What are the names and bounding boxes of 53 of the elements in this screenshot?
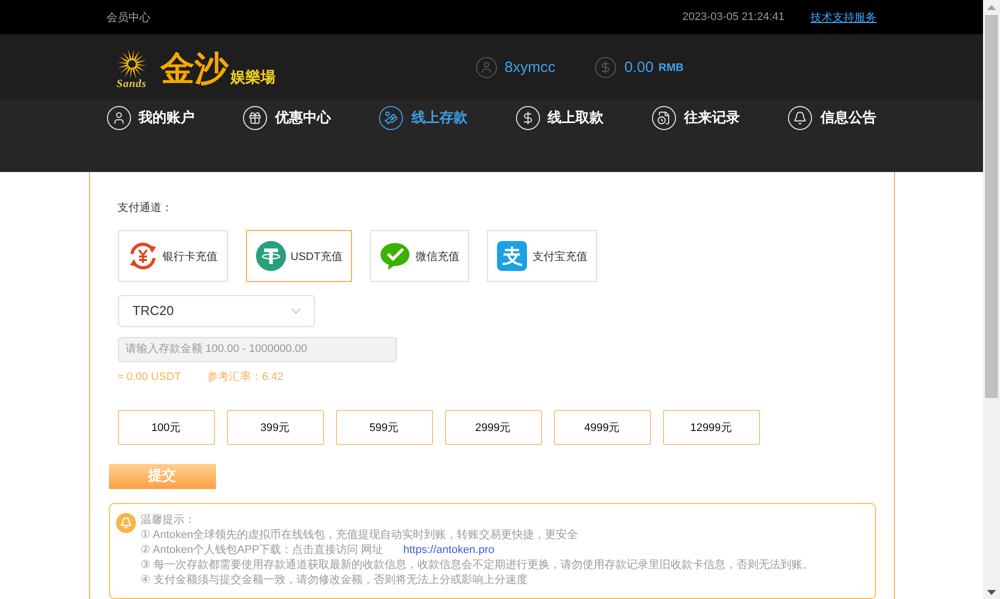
scroll-up-arrow-icon[interactable]: [987, 5, 996, 10]
nav-tab[interactable]: 我的账户: [106, 106, 194, 130]
logo-emblem-text: Sands: [116, 79, 147, 90]
logo-name: 金沙: [160, 49, 228, 90]
nav-tab[interactable]: 优惠中心: [242, 106, 331, 130]
user-icon: [106, 106, 130, 130]
notice-line: ② Antoken个人钱包APP下载：点击直接访问 网址: [140, 543, 384, 558]
quick-amount-button[interactable]: 100元: [118, 410, 214, 445]
bell-icon: [788, 106, 812, 130]
converted-amount: ≈ 0.00 USDT: [118, 370, 182, 384]
network-select[interactable]: TRC20: [118, 295, 314, 326]
username: 8xymcc: [504, 58, 556, 76]
quick-amount-button[interactable]: 2999元: [444, 410, 542, 445]
nav-tab[interactable]: 往来记录: [652, 106, 740, 130]
gift-icon: [242, 106, 267, 130]
notice-line: ④ 支付金额须与提交金额一致，请勿修改金额，否则将无法上分或影响上分速度: [140, 573, 528, 588]
document-clock-icon: [652, 106, 676, 130]
currency-label: RMB: [658, 61, 684, 74]
yen-exchange-icon: [128, 241, 158, 271]
quick-amount-button[interactable]: 12999元: [662, 410, 760, 445]
quick-amount-button[interactable]: 4999元: [554, 410, 650, 445]
quick-amount-button[interactable]: 399元: [226, 410, 324, 445]
chat-check-icon: [380, 241, 410, 271]
payment-channel-option[interactable]: 微信充值: [370, 230, 470, 282]
pay-logo-icon: [497, 241, 528, 271]
payment-channel-option[interactable]: 银行卡充值: [118, 230, 228, 282]
user-icon: [476, 56, 496, 78]
channel-label: 支付通道：: [118, 201, 172, 215]
balance-amount: 0.00: [624, 58, 654, 76]
payment-channel-option[interactable]: 支付宝充值: [487, 230, 598, 282]
member-center-title: 会员中心: [106, 10, 150, 24]
nav-tab[interactable]: 信息公告: [788, 106, 876, 130]
hand-coins-icon: [379, 106, 404, 130]
t-coin-icon: [256, 241, 286, 271]
notice-line: ① Antoken全球领先的虚拟币在线钱包，充值提现自动实时到账，转账交易更快捷，更安全: [140, 528, 580, 543]
download-link[interactable]: https://antoken.pro: [403, 543, 494, 558]
scroll-down-arrow-icon[interactable]: [987, 590, 996, 595]
amount-input[interactable]: 请输入存款金额 100.00 - 1000000.00: [118, 336, 396, 362]
dollar-icon: [516, 106, 540, 130]
bell-icon: [116, 513, 136, 533]
logo-tagline: 娱樂場: [230, 69, 276, 87]
nav-tab[interactable]: 线上存款: [379, 106, 468, 130]
dollar-icon: [595, 56, 616, 78]
scrollbar[interactable]: [983, 0, 1000, 599]
scroll-thumb[interactable]: [985, 15, 998, 398]
payment-channel-option[interactable]: USDT充值: [246, 230, 352, 282]
notice-line: ③ 每一次存款都需要使用存款通道获取最新的收款信息，收款信息会不定期进行更换，请勿使用存款记录里旧收款卡信息，否则无法到账。: [140, 558, 814, 573]
exchange-rate: 参考汇率：6.42: [207, 370, 284, 384]
support-link[interactable]: 技术支持服务: [810, 10, 876, 24]
nav-tab[interactable]: 线上取款: [516, 106, 604, 130]
quick-amount-button[interactable]: 599元: [336, 410, 432, 445]
notice-title: 温馨提示：: [140, 513, 196, 528]
datetime-text: 2023-03-05 21:24:41: [682, 11, 784, 23]
